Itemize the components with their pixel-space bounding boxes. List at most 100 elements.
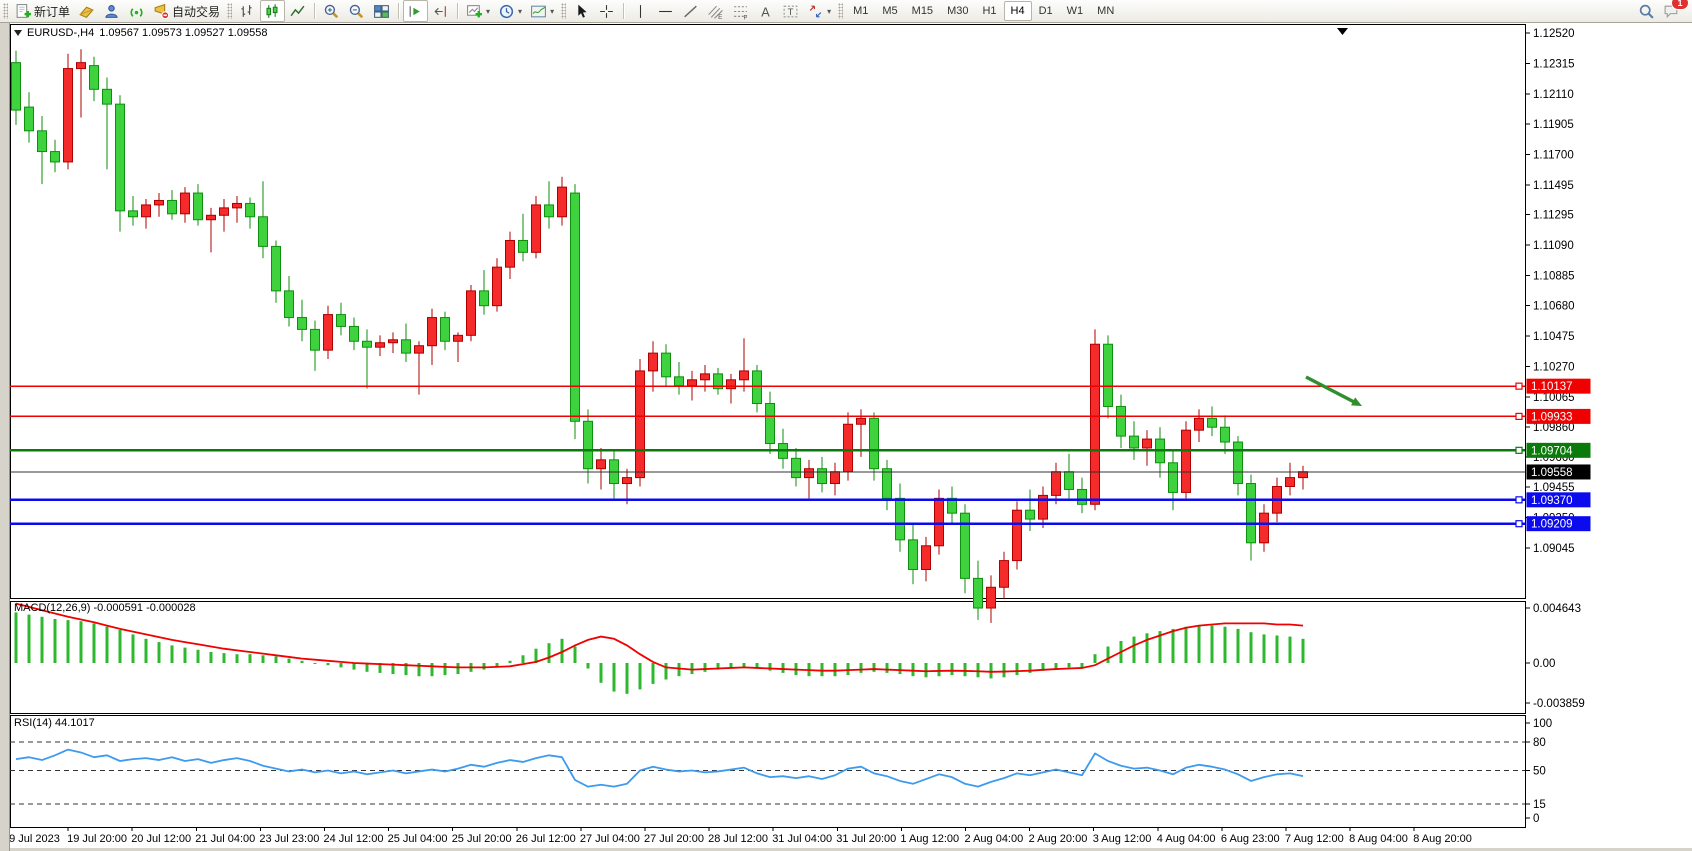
macd-bar <box>1133 637 1136 663</box>
macd-bar <box>951 663 954 675</box>
indicators-icon <box>466 3 483 20</box>
svg-text:1.11090: 1.11090 <box>1533 240 1574 252</box>
macd-bar <box>353 663 356 670</box>
templates-button[interactable]: ▾ <box>526 0 558 22</box>
crosshair-button[interactable] <box>594 0 619 22</box>
candlestick-chart-button[interactable] <box>260 0 285 22</box>
market-watch-button[interactable] <box>74 0 99 22</box>
candle-body <box>1143 439 1152 448</box>
crosshair-icon <box>598 3 615 20</box>
toolbar-grip[interactable] <box>838 3 843 19</box>
arrows-button[interactable]: ▾ <box>803 0 835 22</box>
horizontal-line-button[interactable] <box>653 0 678 22</box>
zoom-in-button[interactable] <box>319 0 344 22</box>
svg-text:31 Jul 20:00: 31 Jul 20:00 <box>836 833 896 845</box>
macd-bar <box>1198 626 1201 663</box>
chat-button[interactable]: 1 <box>1659 0 1684 22</box>
timeframe-m1[interactable]: M1 <box>846 1 875 21</box>
cursor-button[interactable] <box>569 0 594 22</box>
timeframe-m5[interactable]: M5 <box>875 1 904 21</box>
candle-body <box>1208 418 1217 427</box>
chart-shift-button[interactable] <box>428 0 453 22</box>
svg-text:1.11905: 1.11905 <box>1533 119 1574 131</box>
line-handle[interactable] <box>1516 521 1522 527</box>
macd-bar <box>1276 636 1279 664</box>
svg-text:T: T <box>788 7 794 18</box>
vertical-line-button[interactable] <box>628 0 653 22</box>
svg-text:3 Aug 12:00: 3 Aug 12:00 <box>1093 833 1152 845</box>
candle-body <box>493 267 502 306</box>
signals-button[interactable] <box>124 0 149 22</box>
line-handle[interactable] <box>1516 447 1522 453</box>
candlestick-icon <box>264 3 281 20</box>
trendline-button[interactable] <box>678 0 703 22</box>
timeframe-d1[interactable]: D1 <box>1032 1 1060 21</box>
text-label-button[interactable]: T <box>778 0 803 22</box>
equidistant-channel-button[interactable]: E <box>703 0 728 22</box>
chart-collapse-icon[interactable] <box>14 30 22 36</box>
candle-body <box>207 215 216 219</box>
candle-body <box>103 89 112 104</box>
svg-text:1.09704: 1.09704 <box>1531 445 1573 457</box>
svg-text:1.10475: 1.10475 <box>1533 331 1575 343</box>
line-handle[interactable] <box>1516 413 1522 419</box>
timeframe-m30[interactable]: M30 <box>940 1 975 21</box>
text-button[interactable]: A <box>753 0 778 22</box>
svg-text:15: 15 <box>1533 799 1546 811</box>
svg-text:1.10270: 1.10270 <box>1533 361 1575 373</box>
periods-button[interactable]: ▾ <box>494 0 526 22</box>
search-button[interactable] <box>1634 0 1659 22</box>
svg-text:21 Jul 04:00: 21 Jul 04:00 <box>195 833 255 845</box>
indicators-button[interactable]: ▾ <box>462 0 494 22</box>
chevron-down-icon: ▾ <box>550 7 554 16</box>
macd-bar <box>626 663 629 694</box>
macd-bar <box>1224 627 1227 663</box>
macd-bar <box>912 663 915 676</box>
zoom-out-button[interactable] <box>344 0 369 22</box>
timeframe-h1[interactable]: H1 <box>975 1 1003 21</box>
candle-body <box>428 318 437 346</box>
vertical-line-icon <box>632 3 649 20</box>
chart-canvas[interactable]: 1.125201.123151.121101.119051.117001.114… <box>0 0 1692 851</box>
chart-title: EURUSD-,H4 1.09567 1.09573 1.09527 1.095… <box>14 27 267 39</box>
toolbar-grip[interactable] <box>3 3 8 19</box>
svg-text:-0.003859: -0.003859 <box>1533 698 1585 710</box>
macd-bar <box>938 663 941 676</box>
toolbar-grip[interactable] <box>227 3 232 19</box>
macd-bar <box>522 655 525 663</box>
macd-bar <box>574 647 577 664</box>
candle-body <box>545 205 554 217</box>
macd-bar <box>15 612 18 663</box>
line-handle[interactable] <box>1516 497 1522 503</box>
candle-body <box>909 540 918 570</box>
macd-bar <box>444 663 447 675</box>
auto-scroll-button[interactable] <box>403 0 428 22</box>
timeframe-h4[interactable]: H4 <box>1004 1 1032 21</box>
timeframe-m15[interactable]: M15 <box>905 1 940 21</box>
macd-bar <box>1081 663 1084 667</box>
fibonacci-button[interactable]: F <box>728 0 753 22</box>
candle-body <box>623 478 632 484</box>
macd-bar <box>1237 629 1240 663</box>
candle-body <box>766 404 775 444</box>
timeframe-w1[interactable]: W1 <box>1060 1 1091 21</box>
metaeditor-button[interactable] <box>99 0 124 22</box>
new-order-button[interactable]: 新订单 <box>11 0 74 22</box>
autotrading-button[interactable]: 自动交易 <box>149 0 224 22</box>
auto-scroll-icon <box>407 3 424 20</box>
candle-body <box>1026 510 1035 519</box>
line-chart-button[interactable] <box>285 0 310 22</box>
macd-bar <box>886 663 889 673</box>
tile-windows-button[interactable] <box>369 0 394 22</box>
line-handle[interactable] <box>1516 383 1522 389</box>
macd-bar <box>145 639 148 663</box>
toolbar-grip[interactable] <box>561 3 566 19</box>
macd-bar <box>1016 663 1019 675</box>
svg-text:0.00: 0.00 <box>1533 658 1555 670</box>
market-watch-icon <box>78 3 95 20</box>
svg-text:25 Jul 04:00: 25 Jul 04:00 <box>388 833 448 845</box>
arrows-icon <box>807 3 824 20</box>
timeframe-mn[interactable]: MN <box>1090 1 1121 21</box>
bar-chart-button[interactable] <box>235 0 260 22</box>
macd-bar <box>340 663 343 667</box>
